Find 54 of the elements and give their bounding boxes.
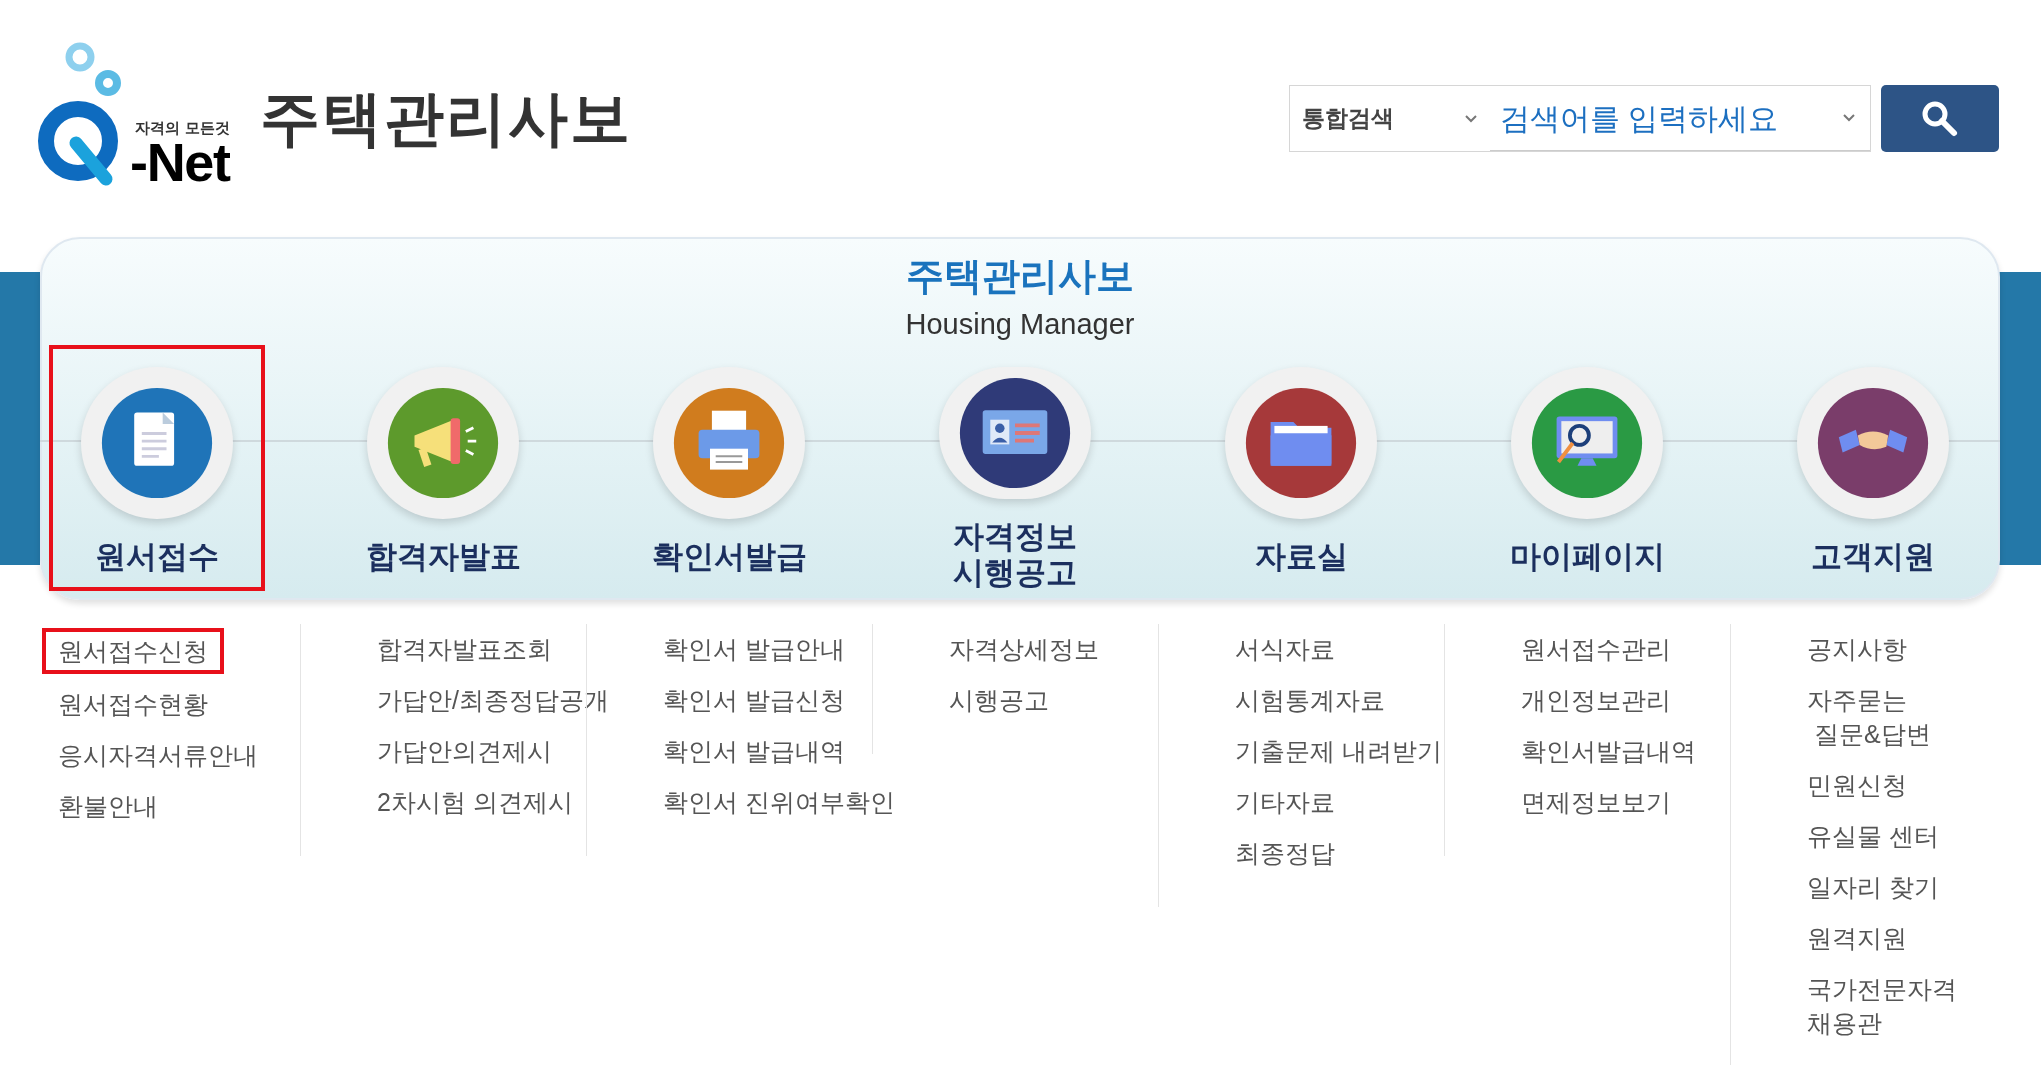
chevron-down-icon [1842, 113, 1856, 123]
menu-tab[interactable]: 합격자발표 [335, 345, 551, 591]
submenu-link[interactable]: 시험통계자료 [1219, 683, 1401, 717]
handshake-icon [1816, 386, 1930, 500]
chevron-down-icon [1464, 113, 1478, 124]
menu-tab[interactable]: 자격정보 시행공고 [907, 345, 1123, 591]
submenu-link[interactable]: 국가전문자격 채용관 [1791, 972, 1973, 1040]
megaphone-icon [386, 386, 500, 500]
submenu-link[interactable]: 응시자격서류안내 [42, 738, 274, 772]
search-scope-dropdown[interactable]: 통합검색 [1290, 86, 1490, 151]
menu-tab[interactable]: 고객지원 [1765, 345, 1981, 591]
submenu-link[interactable]: 면제정보보기 [1505, 785, 1687, 819]
submenu-link[interactable]: 최종정답 [1219, 836, 1351, 870]
submenu-link[interactable]: 원서접수현황 [42, 687, 224, 721]
logo-tagline: 자격의 모든것 [135, 119, 230, 135]
submenu-link[interactable]: 환불안내 [42, 789, 174, 823]
panel-subtitle: Housing Manager [905, 306, 1135, 342]
submenu-link[interactable]: 시행공고 [933, 683, 1065, 717]
monitor-search-icon [1530, 386, 1644, 500]
menu-tab[interactable]: 원서접수 [49, 345, 265, 591]
submenu-link[interactable]: 원서접수신청 [42, 628, 224, 674]
submenu-link[interactable]: 확인서 진위여부확인 [647, 785, 911, 819]
submenu-link[interactable]: 자격상세정보 [933, 632, 1115, 666]
submenu-link[interactable]: 확인서발급내역 [1505, 734, 1712, 768]
id-card-icon [958, 376, 1072, 490]
submenu-link[interactable]: 개인정보관리 [1505, 683, 1687, 717]
submenu-link[interactable]: 확인서 발급내역 [647, 734, 861, 768]
submenu-link[interactable]: 서식자료 [1219, 632, 1351, 666]
submenu-link[interactable]: 확인서 발급안내 [647, 632, 861, 666]
submenu-link[interactable]: 2차시험 의견제시 [361, 785, 589, 819]
submenu-link[interactable]: 확인서 발급신청 [647, 683, 861, 717]
search-field[interactable]: 검색어를 입력하세요 [1500, 95, 1820, 141]
document-icon [100, 386, 214, 500]
panel-title: 주택관리사보 [906, 254, 1134, 299]
submenu-link[interactable]: 가답안/최종정답공개 [361, 683, 625, 717]
submenu-link[interactable]: 일자리 찾기 [1791, 870, 1955, 904]
submenu-link[interactable]: 기타자료 [1219, 785, 1351, 819]
submenu-link[interactable]: 민원신청 [1791, 768, 1923, 802]
folder-icon [1244, 386, 1358, 500]
submenu-link[interactable]: 합격자발표조회 [361, 632, 568, 666]
menu-tab[interactable]: 마이페이지 [1479, 345, 1695, 591]
search-button[interactable] [1881, 85, 1999, 152]
submenu-link[interactable]: 공지사항 [1791, 632, 1923, 666]
menu-tab[interactable]: 확인서발급 [621, 345, 837, 591]
submenu-link[interactable]: 자주묻는 질문&답변 [1791, 683, 1947, 751]
submenu-link[interactable]: 원서접수관리 [1505, 632, 1687, 666]
submenu-link[interactable]: 유실물 센터 [1791, 819, 1955, 853]
submenu-link[interactable]: 기출문제 내려받기 [1219, 734, 1458, 768]
submenu-link[interactable]: 가답안의견제시 [361, 734, 568, 768]
submenu-link[interactable]: 원격지원 [1791, 921, 1923, 955]
site-title: 주택관리사보 [259, 83, 632, 154]
search-box[interactable]: 통합검색 검색어를 입력하세요 [1289, 85, 1871, 152]
printer-icon [672, 386, 786, 500]
menu-tab[interactable]: 자료실 [1193, 345, 1409, 591]
